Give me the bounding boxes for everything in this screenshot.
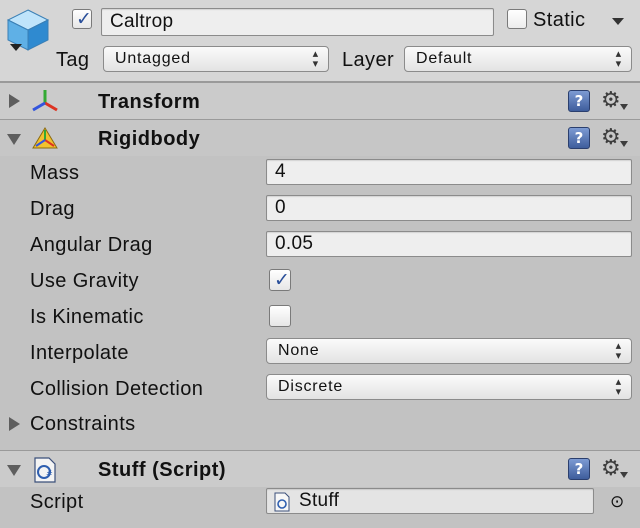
gear-icon[interactable]: ⚙ [601, 89, 621, 113]
object-name-input[interactable]: Caltrop [101, 8, 494, 36]
script-file-icon [274, 492, 290, 512]
foldout-collapsed-icon[interactable] [9, 94, 20, 108]
check-icon: ✓ [274, 269, 290, 291]
help-book-icon[interactable]: ? [568, 127, 590, 149]
svg-text:#: # [46, 469, 53, 478]
help-book-icon[interactable]: ? [568, 458, 590, 480]
foldout-expanded-icon[interactable] [7, 134, 21, 145]
gear-caret-icon [620, 472, 628, 478]
collision-detection-dropdown[interactable]: Discrete ▴ ▾ [266, 374, 632, 400]
csharp-script-icon: # [34, 457, 56, 483]
popup-arrows-icon: ▴ ▾ [615, 48, 622, 70]
interpolate-label: Interpolate [30, 342, 129, 364]
constraints-foldout-icon[interactable] [9, 417, 20, 431]
script-object-field[interactable]: Stuff [266, 488, 594, 514]
static-label: Static [533, 9, 586, 31]
cube-dropdown-icon[interactable] [10, 44, 22, 51]
layer-dropdown[interactable]: Default ▴ ▾ [404, 46, 632, 72]
collision-detection-value: Discrete [278, 378, 344, 395]
tag-dropdown[interactable]: Untagged ▴ ▾ [103, 46, 329, 72]
rigidbody-title: Rigidbody [98, 128, 201, 150]
static-dropdown-icon[interactable] [612, 18, 624, 25]
tag-label: Tag [56, 49, 90, 71]
popup-arrows-icon: ▴ ▾ [615, 340, 622, 362]
drag-label: Drag [30, 198, 75, 220]
use-gravity-label: Use Gravity [30, 270, 139, 292]
foldout-expanded-icon[interactable] [7, 465, 21, 476]
transform-axes-icon [32, 90, 58, 112]
rigidbody-icon [32, 127, 58, 149]
popup-arrows-icon: ▴ ▾ [615, 376, 622, 398]
script-component-header[interactable]: # Stuff (Script) ? ⚙ [0, 450, 640, 487]
is-kinematic-label: Is Kinematic [30, 306, 144, 328]
transform-title: Transform [98, 91, 201, 113]
mass-field[interactable]: 4 [266, 159, 632, 185]
popup-arrows-icon: ▴ ▾ [312, 48, 319, 70]
mass-label: Mass [30, 162, 80, 184]
gear-icon[interactable]: ⚙ [601, 126, 621, 150]
transform-header[interactable]: Transform ? ⚙ [0, 82, 640, 119]
layer-label: Layer [342, 49, 395, 71]
rigidbody-header[interactable]: Rigidbody ? ⚙ [0, 119, 640, 156]
angular-drag-label: Angular Drag [30, 234, 153, 256]
drag-field[interactable]: 0 [266, 195, 632, 221]
gear-icon[interactable]: ⚙ [601, 457, 621, 481]
layer-value: Default [416, 50, 473, 67]
check-icon: ✓ [76, 8, 92, 30]
constraints-label[interactable]: Constraints [30, 412, 136, 436]
script-value: Stuff [299, 490, 340, 511]
script-component-title: Stuff (Script) [98, 459, 227, 481]
angular-drag-field[interactable]: 0.05 [266, 231, 632, 257]
active-checkbox[interactable]: ✓ [72, 9, 92, 29]
target-circle-icon[interactable]: ⊙ [610, 490, 624, 514]
inspector-header: ✓ Caltrop Static Tag Untagged ▴ ▾ Layer D… [0, 0, 640, 82]
interpolate-dropdown[interactable]: None ▴ ▾ [266, 338, 632, 364]
tag-value: Untagged [115, 50, 191, 67]
collision-detection-label: Collision Detection [30, 378, 204, 400]
script-label: Script [30, 491, 84, 513]
static-checkbox[interactable] [507, 9, 527, 29]
gear-caret-icon [620, 141, 628, 147]
help-book-icon[interactable]: ? [568, 90, 590, 112]
interpolate-value: None [278, 342, 320, 359]
gear-caret-icon [620, 104, 628, 110]
use-gravity-checkbox[interactable]: ✓ [269, 269, 291, 291]
is-kinematic-checkbox[interactable] [269, 305, 291, 327]
